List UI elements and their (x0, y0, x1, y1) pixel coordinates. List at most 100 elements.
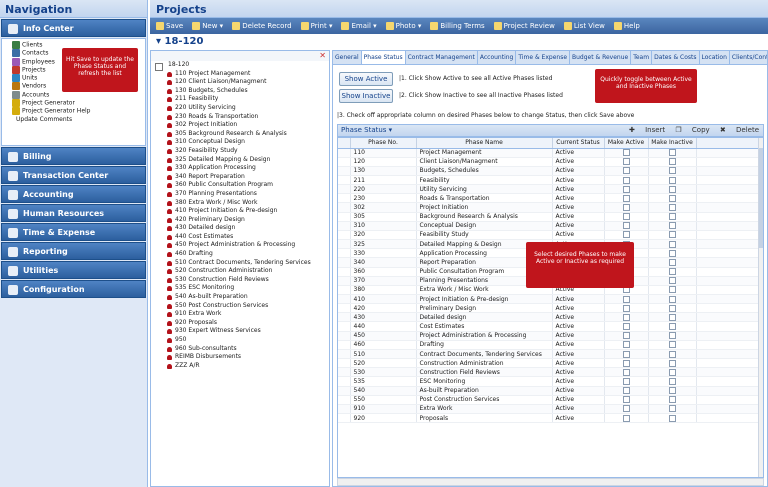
row-selector[interactable] (338, 184, 351, 195)
phase-tree-item[interactable]: 530 Construction Field Reviews (151, 276, 329, 285)
phase-tree-item[interactable]: 330 Application Processing (151, 164, 329, 173)
column-header-make-active[interactable]: Make Active (604, 138, 649, 149)
make-inactive-checkbox[interactable] (668, 414, 676, 422)
make-active-checkbox[interactable] (622, 387, 630, 395)
show-inactive-button[interactable]: Show Inactive (339, 89, 393, 103)
phase-tree-item[interactable]: 110 Project Management (151, 70, 329, 79)
make-inactive-checkbox[interactable] (668, 377, 676, 385)
make-active-checkbox[interactable] (622, 295, 630, 303)
table-row[interactable]: 530 Construction Field Reviews Active (338, 367, 759, 378)
phase-tree-item[interactable]: 302 Project Initiation (151, 121, 329, 130)
phase-tree-item[interactable]: 130 Budgets, Schedules (151, 87, 329, 96)
table-row[interactable]: 320 Feasibility Study Active (338, 230, 759, 241)
phase-tree-item[interactable]: 510 Contract Documents, Tendering Servic… (151, 259, 329, 268)
scrollbar-thumb[interactable] (759, 148, 763, 248)
table-row[interactable]: 305 Background Research & Analysis Active (338, 212, 759, 222)
toolbar-print-button[interactable]: Print ▾ (300, 22, 332, 30)
phase-name-cell[interactable]: ESC Monitoring (416, 376, 553, 387)
phase-tree-item[interactable]: 540 As-built Preparation (151, 293, 329, 302)
make-active-checkbox[interactable] (622, 213, 630, 221)
row-selector[interactable] (338, 349, 351, 360)
phase-tree-item[interactable]: 305 Background Research & Analysis (151, 130, 329, 139)
make-active-checkbox[interactable] (622, 332, 630, 340)
make-inactive-checkbox[interactable] (668, 350, 676, 358)
phase-number-cell[interactable]: 340 (350, 257, 417, 268)
make-active-checkbox[interactable] (622, 405, 630, 413)
tab-time-expense[interactable]: Time & Expense (516, 51, 571, 64)
phase-tree-root[interactable]: 18-120 (151, 61, 329, 71)
phase-tree-item[interactable]: 450 Project Administration & Processing (151, 241, 329, 250)
make-inactive-checkbox[interactable] (668, 368, 676, 376)
phase-name-cell[interactable]: Background Research & Analysis (416, 212, 553, 222)
phase-tree-item[interactable]: 325 Detailed Mapping & Design (151, 156, 329, 165)
phase-name-cell[interactable]: Cost Estimates (416, 321, 553, 332)
phase-name-cell[interactable]: Construction Field Reviews (416, 367, 553, 378)
section-configuration[interactable]: Configuration (1, 280, 146, 298)
phase-name-cell[interactable]: Conceptual Design (416, 221, 553, 231)
make-inactive-checkbox[interactable] (668, 277, 676, 285)
row-selector[interactable] (338, 358, 351, 369)
table-row[interactable]: 130 Budgets, Schedules Active (338, 166, 759, 176)
phase-tree-item[interactable]: 960 Sub-consultants (151, 345, 329, 354)
make-inactive-checkbox[interactable] (668, 185, 676, 193)
make-inactive-checkbox[interactable] (668, 341, 676, 349)
make-inactive-checkbox[interactable] (668, 167, 676, 175)
row-selector[interactable] (338, 166, 351, 176)
column-header-make-inactive[interactable]: Make Inactive (648, 138, 697, 149)
section-reporting[interactable]: Reporting (1, 242, 146, 260)
phase-number-cell[interactable]: 460 (350, 340, 417, 350)
phase-name-cell[interactable]: Project Administration & Processing (416, 331, 553, 341)
make-inactive-checkbox[interactable] (668, 194, 676, 202)
table-row[interactable]: 211 Feasibility Active (338, 175, 759, 186)
nav-tree-item[interactable]: Update Comments (6, 116, 145, 124)
row-selector[interactable] (338, 321, 351, 332)
tab-budget-revenue[interactable]: Budget & Revenue (570, 51, 632, 64)
horizontal-scrollbar[interactable] (337, 478, 764, 486)
make-active-checkbox[interactable] (622, 323, 630, 331)
make-active-checkbox[interactable] (622, 377, 630, 385)
phase-tree-item[interactable]: 535 ESC Monitoring (151, 284, 329, 293)
phase-tree-item[interactable]: ZZZ A/R (151, 362, 329, 371)
phase-tree-item[interactable]: 380 Extra Work / Misc Work (151, 199, 329, 208)
toolbar-list-view-button[interactable]: List View (563, 22, 605, 30)
phase-name-cell[interactable]: Roads & Transportation (416, 193, 553, 204)
phase-number-cell[interactable]: 110 (350, 148, 417, 158)
row-selector[interactable] (338, 221, 351, 231)
phase-name-cell[interactable]: Budgets, Schedules (416, 166, 553, 176)
make-inactive-checkbox[interactable] (668, 396, 676, 404)
phase-number-cell[interactable]: 520 (350, 358, 417, 369)
phase-number-cell[interactable]: 430 (350, 312, 417, 323)
phase-name-cell[interactable]: Proposals (416, 413, 553, 424)
phase-tree-item[interactable]: 211 Feasibility (151, 95, 329, 104)
phase-name-cell[interactable]: Post Construction Services (416, 395, 553, 405)
nav-tree-item[interactable]: Accounts (6, 90, 145, 99)
row-selector[interactable] (338, 276, 351, 286)
phase-number-cell[interactable]: 510 (350, 349, 417, 360)
phase-number-cell[interactable]: 410 (350, 294, 417, 305)
phase-tree-item[interactable]: 910 Extra Work (151, 310, 329, 319)
row-selector[interactable] (338, 175, 351, 186)
section-utilities[interactable]: Utilities (1, 261, 146, 279)
make-active-checkbox[interactable] (622, 194, 630, 202)
make-active-checkbox[interactable] (622, 396, 630, 404)
phase-tree-item[interactable]: 930 Expert Witness Services (151, 327, 329, 336)
phase-name-cell[interactable]: Project Initiation & Pre-design (416, 294, 553, 305)
make-active-checkbox[interactable] (622, 313, 630, 321)
phase-number-cell[interactable]: 360 (350, 267, 417, 277)
table-row[interactable]: 220 Utility Servicing Active (338, 184, 759, 195)
row-selector[interactable] (338, 376, 351, 387)
section-transaction-center[interactable]: Transaction Center (1, 166, 146, 184)
tab-dates-costs[interactable]: Dates & Costs (652, 51, 700, 64)
table-row[interactable]: 420 Preliminary Design Active (338, 303, 759, 314)
row-selector[interactable] (338, 303, 351, 314)
tab-location[interactable]: Location (700, 51, 730, 64)
make-inactive-checkbox[interactable] (668, 149, 676, 157)
make-inactive-checkbox[interactable] (668, 323, 676, 331)
phase-name-cell[interactable]: As-built Preparation (416, 386, 553, 396)
phase-number-cell[interactable]: 330 (350, 248, 417, 259)
phase-number-cell[interactable]: 370 (350, 276, 417, 286)
tab-phase-status[interactable]: Phase Status (361, 51, 406, 64)
phase-tree-item[interactable]: 430 Detailed design (151, 224, 329, 233)
phase-tree-item[interactable]: 320 Feasibility Study (151, 147, 329, 156)
make-inactive-checkbox[interactable] (668, 258, 676, 266)
